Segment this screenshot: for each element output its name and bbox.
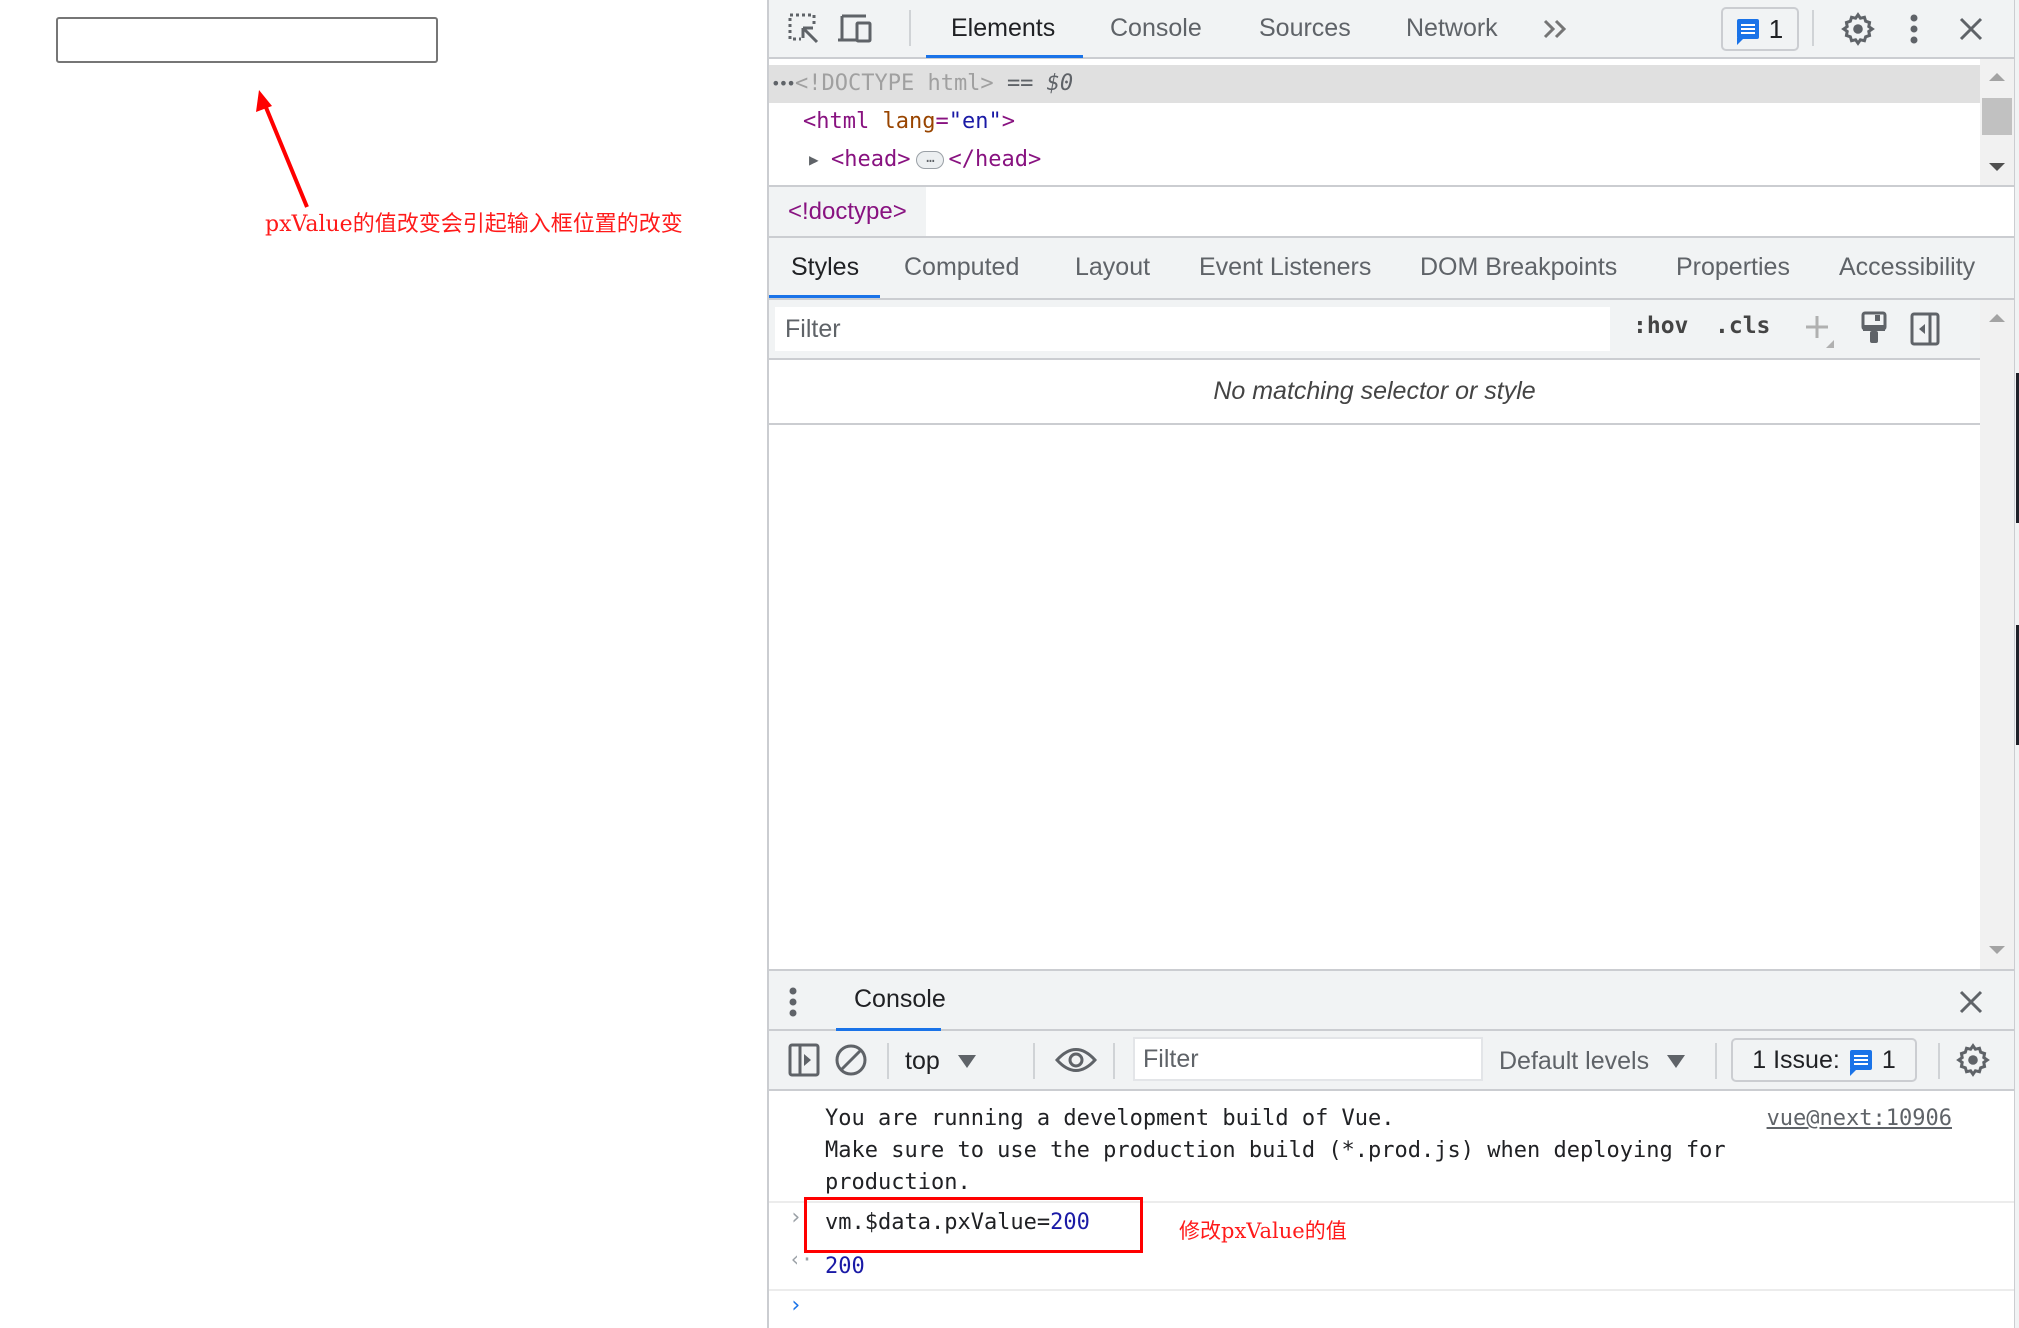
scroll-thumb[interactable] [1982, 98, 2012, 135]
annotation-highlight-box [804, 1197, 1143, 1253]
console-messages: You are running a development build of V… [769, 1091, 2014, 1328]
hover-state-toggle[interactable]: :hov [1633, 313, 1688, 339]
annotation-arrow-head [256, 90, 272, 112]
breadcrumb-item-doctype[interactable]: <!doctype> [769, 187, 926, 236]
toggle-sidebar-icon[interactable] [1909, 310, 1941, 348]
settings-gear-icon[interactable] [1839, 10, 1877, 48]
issues-count: 1 [1768, 13, 1784, 44]
dom-node-doctype[interactable]: ••• <!DOCTYPE html> == $0 [769, 65, 1981, 103]
dom-node-head[interactable]: ▶ <head>… </head> [769, 141, 1981, 179]
breadcrumb: <!doctype> [769, 185, 2014, 238]
tab-elements[interactable]: Elements [951, 14, 1055, 43]
toolbar-separator [1938, 1043, 1940, 1079]
console-toolbar: top Default levels 1 Issue: 1 [769, 1031, 2014, 1091]
toolbar-separator [1715, 1043, 1717, 1079]
tab-elements-underline [926, 55, 1083, 58]
tab-dom-breakpoints[interactable]: DOM Breakpoints [1420, 253, 1617, 282]
window-edge-strip [2014, 0, 2019, 1328]
close-devtools-icon[interactable] [1954, 12, 1988, 46]
drawer-tab-console[interactable]: Console [854, 985, 946, 1014]
inspect-element-icon[interactable] [787, 12, 821, 46]
device-toolbar-icon[interactable] [836, 12, 874, 46]
toolbar-separator [909, 10, 911, 46]
console-prompt-row[interactable]: › [769, 1291, 2014, 1328]
message-source-link[interactable]: vue@next:10906 [1752, 1103, 1952, 1135]
tab-event-listeners[interactable]: Event Listeners [1199, 253, 1371, 282]
message-line: production. [825, 1170, 971, 1195]
annotation-arrow-shaft [263, 104, 309, 208]
tab-network[interactable]: Network [1406, 14, 1498, 43]
toolbar-separator [887, 1043, 889, 1079]
issues-label: 1 Issue: [1752, 1045, 1840, 1074]
devtools-main-toolbar: Elements Console Sources Network 1 [769, 0, 2014, 59]
dropdown-triangle-icon [1667, 1054, 1686, 1068]
scroll-down-arrow-icon[interactable] [1989, 946, 2005, 954]
console-settings-gear-icon[interactable] [1954, 1041, 1992, 1079]
class-toggle[interactable]: .cls [1715, 313, 1770, 339]
clear-console-icon[interactable] [832, 1041, 870, 1079]
toolbar-separator [1812, 10, 1814, 46]
issue-message-icon [1849, 1050, 1872, 1076]
styles-filter-row: :hov .cls [769, 300, 1980, 360]
close-drawer-icon[interactable] [1954, 985, 1988, 1019]
collapsed-content-ellipsis[interactable]: … [916, 151, 945, 169]
tab-layout[interactable]: Layout [1075, 253, 1150, 282]
new-style-rule-plus-icon[interactable] [1801, 310, 1837, 348]
message-line: You are running a development build of V… [825, 1106, 1395, 1131]
tab-console[interactable]: Console [1110, 14, 1202, 43]
expand-triangle-icon[interactable]: ▶ [809, 141, 819, 179]
tab-styles-underline [769, 295, 880, 298]
styles-pane-scrollbar[interactable] [1980, 300, 2014, 969]
more-tabs-chevron-icon[interactable] [1539, 12, 1573, 46]
console-message-vue-warning: You are running a development build of V… [769, 1091, 2014, 1203]
node-menu-dots-icon[interactable]: ••• [771, 65, 796, 103]
log-levels-dropdown[interactable]: Default levels [1499, 1043, 1686, 1079]
message-line: Make sure to use the production build (*… [825, 1138, 1726, 1163]
tab-styles[interactable]: Styles [791, 253, 859, 282]
page-text-input[interactable] [56, 17, 438, 63]
dropdown-triangle-icon [957, 1054, 976, 1068]
dom-tree: ••• <!DOCTYPE html> == $0 <html lang="en… [769, 59, 1981, 185]
console-result-row: ‹· 200 [769, 1247, 2014, 1291]
live-expression-eye-icon[interactable] [1054, 1041, 1098, 1079]
log-levels-label: Default levels [1499, 1046, 1650, 1075]
drawer-menu-icon[interactable] [786, 985, 800, 1019]
annotation-input-position: pxValue的值改变会引起输入框位置的改变 [265, 212, 683, 237]
devtools-panel: Elements Console Sources Network 1 ••• <… [767, 0, 2014, 1328]
issues-button[interactable]: 1 Issue: 1 [1731, 1038, 1917, 1082]
scroll-down-arrow-icon[interactable] [1989, 163, 2005, 171]
annotation-modify-pxvalue: 修改pxValue的值 [1179, 1219, 1347, 1243]
toolbar-separator [1033, 1043, 1035, 1079]
styles-filter-input[interactable] [775, 307, 1610, 351]
context-label: top [905, 1046, 940, 1075]
prompt-chevron-icon: › [789, 1293, 803, 1318]
no-matching-style-message: No matching selector or style [769, 360, 1980, 425]
more-options-icon[interactable] [1904, 12, 1924, 46]
execution-context-select[interactable]: top [905, 1043, 976, 1079]
tab-sources[interactable]: Sources [1259, 14, 1351, 43]
issues-badge-button[interactable]: 1 [1721, 7, 1799, 51]
tab-accessibility[interactable]: Accessibility [1839, 253, 1975, 282]
result-value: 200 [825, 1254, 865, 1279]
issues-count: 1 [1881, 1045, 1896, 1074]
dom-node-html[interactable]: <html lang="en"> [769, 103, 1981, 141]
scroll-up-arrow-icon[interactable] [1989, 73, 2005, 81]
tab-computed[interactable]: Computed [904, 253, 1019, 282]
dom-tree-scrollbar[interactable] [1980, 59, 2014, 185]
computed-styles-paint-icon[interactable] [1859, 310, 1889, 348]
drawer-tab-bar: Console [769, 969, 2014, 1031]
tab-properties[interactable]: Properties [1676, 253, 1790, 282]
scroll-up-arrow-icon[interactable] [1989, 314, 2005, 322]
console-filter-input[interactable] [1133, 1037, 1483, 1081]
command-chevron-icon: › [789, 1205, 803, 1230]
toolbar-separator [1113, 1043, 1115, 1079]
styles-pane-tabs: Styles Computed Layout Event Listeners D… [769, 238, 2014, 300]
show-console-sidebar-icon[interactable] [787, 1043, 821, 1077]
issue-message-icon [1736, 19, 1759, 45]
